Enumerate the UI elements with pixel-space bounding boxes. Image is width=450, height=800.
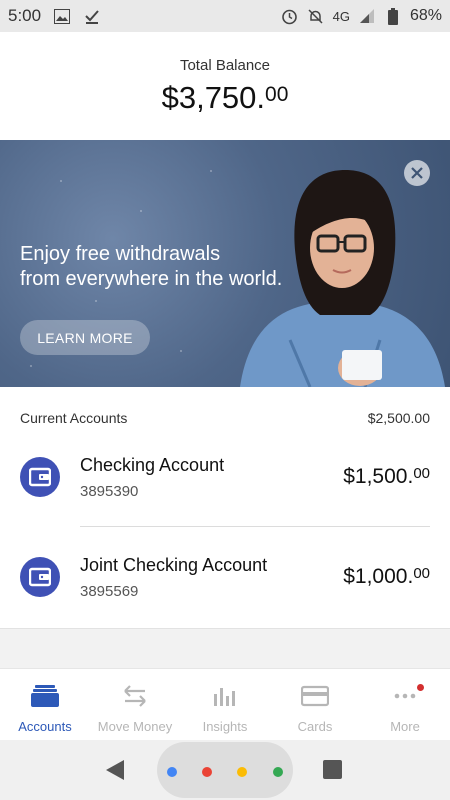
account-balance-main: $1,500. xyxy=(343,465,414,488)
back-icon[interactable] xyxy=(106,760,124,780)
battery-level: 68% xyxy=(409,7,442,24)
banner-texture xyxy=(30,365,32,367)
wallet-icon xyxy=(20,557,60,597)
recent-apps-icon[interactable] xyxy=(323,760,342,779)
signal-icon xyxy=(358,7,376,25)
network-type: 4G xyxy=(332,8,350,24)
promo-banner[interactable]: Enjoy free withdrawals from everywhere i… xyxy=(0,140,450,387)
total-balance-main: $3,750. xyxy=(161,80,266,115)
banner-texture xyxy=(210,170,212,172)
assistant-dot-blue xyxy=(167,767,177,777)
banner-texture xyxy=(95,300,97,302)
banner-texture xyxy=(140,210,142,212)
accounts-header-total: $2,500.00 xyxy=(367,410,430,426)
notification-dot xyxy=(417,684,424,691)
total-balance-label: Total Balance xyxy=(179,57,271,74)
account-number: 3895390 xyxy=(80,483,139,500)
learn-more-button[interactable]: LEARN MORE xyxy=(20,320,150,355)
transfer-icon xyxy=(120,683,150,709)
account-balance-cents: 00 xyxy=(413,565,430,582)
banner-headline: Enjoy free withdrawals from everywhere i… xyxy=(20,242,282,292)
assistant-dot-red xyxy=(202,767,212,777)
home-button[interactable] xyxy=(157,742,293,798)
banner-line-2: from everywhere in the world. xyxy=(20,268,283,290)
assistant-dot-yellow xyxy=(237,767,247,777)
accounts-header: Current Accounts $2,500.00 xyxy=(20,410,430,426)
nav-move-money[interactable]: Move Money xyxy=(90,669,180,740)
wallet-icon xyxy=(20,457,60,497)
status-bar: 5:00 4G 68% xyxy=(0,0,450,32)
section-spacer xyxy=(0,628,450,668)
current-accounts-section: Current Accounts $2,500.00 Checking Acco… xyxy=(0,387,450,628)
nav-label: Accounts xyxy=(18,719,72,734)
account-name: Checking Account xyxy=(80,455,225,475)
total-balance-amount: $3,750.00 xyxy=(0,80,450,116)
nav-more[interactable]: More xyxy=(360,669,450,740)
image-icon xyxy=(53,7,71,25)
bell-off-icon xyxy=(307,7,325,25)
nav-label: More xyxy=(390,719,420,734)
nav-cards[interactable]: Cards xyxy=(270,669,360,740)
accounts-icon xyxy=(30,683,60,709)
banner-texture xyxy=(180,350,182,352)
banner-line-1: Enjoy free withdrawals xyxy=(20,243,221,265)
account-balance: $1,500.00 xyxy=(343,465,430,489)
account-balance-cents: 00 xyxy=(413,465,430,482)
accounts-header-label: Current Accounts xyxy=(20,410,128,426)
account-balance: $1,000.00 xyxy=(343,565,430,589)
bottom-navigation: Accounts Move Money Insights Cards More xyxy=(0,668,450,740)
total-balance-cents: 00 xyxy=(265,83,289,106)
assistant-dot-green xyxy=(273,767,283,777)
system-navigation-bar xyxy=(0,740,450,800)
check-icon xyxy=(83,7,101,25)
account-balance-main: $1,000. xyxy=(343,565,414,588)
account-row-joint-checking[interactable]: Joint Checking Account 3895569 $1,000.00 xyxy=(0,527,450,627)
total-balance-section: Total Balance $3,750.00 xyxy=(0,32,450,140)
nav-label: Move Money xyxy=(97,719,173,734)
battery-icon xyxy=(384,7,402,25)
card-icon xyxy=(300,683,330,709)
nav-accounts[interactable]: Accounts xyxy=(0,669,90,740)
account-row-checking[interactable]: Checking Account 3895390 $1,500.00 xyxy=(0,427,450,527)
bar-chart-icon xyxy=(210,683,240,709)
nav-insights[interactable]: Insights xyxy=(180,669,270,740)
alarm-icon xyxy=(281,7,299,25)
nav-label: Cards xyxy=(297,719,333,734)
more-icon xyxy=(390,683,420,709)
status-time: 5:00 xyxy=(8,6,42,25)
nav-label: Insights xyxy=(202,719,248,734)
close-icon[interactable] xyxy=(404,160,430,186)
account-name: Joint Checking Account xyxy=(80,555,268,575)
banner-texture xyxy=(60,180,62,182)
account-number: 3895569 xyxy=(80,583,139,600)
